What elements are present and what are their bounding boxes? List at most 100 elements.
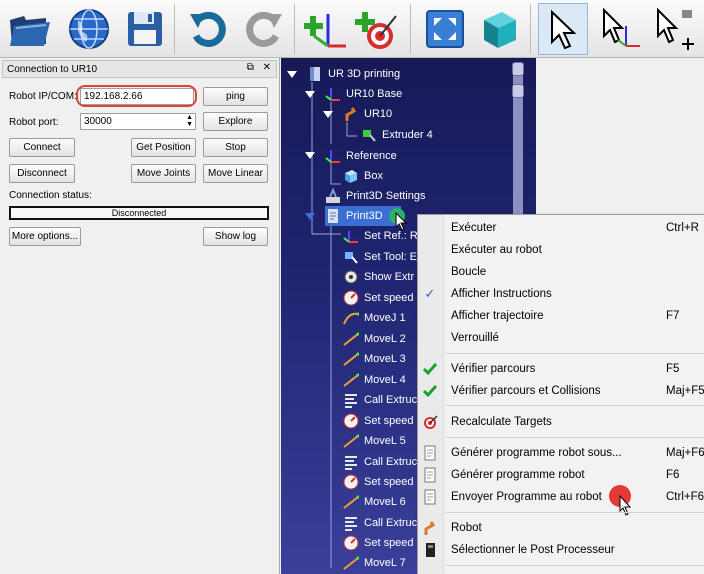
save-icon[interactable] [120,3,170,55]
move-joint-icon [343,310,359,326]
menu-item-run[interactable]: Exécuter Ctrl+R [418,217,704,239]
add-target-icon[interactable] [352,3,402,55]
document-icon [422,489,438,505]
tree-item-robot-base[interactable]: UR10 Base [325,84,402,104]
document-icon [422,445,438,461]
expand-arrow-icon[interactable] [287,70,297,80]
expand-arrow-icon[interactable] [323,110,333,120]
tree-instruction-item[interactable]: Set Ref.: R [343,226,418,246]
set-reference-icon [343,228,359,244]
move-linear-icon [343,433,359,449]
tree-instruction-item[interactable]: MoveL 3 [343,349,406,369]
menu-item-robot[interactable]: Robot [418,517,704,539]
tree-item-robot[interactable]: UR10 [343,104,392,124]
menu-item-show-trajectory[interactable]: Afficher trajectoire F7 [418,305,704,327]
port-spinner-icon[interactable]: ▲ ▼ [186,114,193,128]
menu-item-check-collisions[interactable]: Vérifier parcours et Collisions Maj+F5 [418,380,704,402]
tree-item-print-settings[interactable]: Print3D Settings [325,186,425,206]
target-icon [422,414,438,430]
fit-all-icon[interactable] [420,3,470,55]
float-panel-icon[interactable]: ⧉ [247,62,254,73]
ping-button[interactable]: ping [203,87,268,106]
add-reference-icon[interactable] [302,3,352,55]
more-options-button[interactable]: More options... [9,227,81,246]
menu-item-select-post-processor[interactable]: Sélectionner le Post Processeur [418,539,704,561]
menu-item-show-instructions[interactable]: ✓ Afficher Instructions [418,283,704,305]
mouse-pointer-icon [619,495,632,516]
tree-instruction-item[interactable]: MoveJ 1 [343,308,406,328]
highlight-ring [76,85,197,107]
menu-item-send-program[interactable]: Envoyer Programme au robot Ctrl+F6 [418,486,704,508]
menu-item-check-path[interactable]: Vérifier parcours F5 [418,358,704,380]
tree-instruction-item[interactable]: Call Extruc [343,452,417,472]
menu-item-loop[interactable]: Boucle [418,261,704,283]
move-reference-icon[interactable] [596,3,646,55]
tree-instruction-item[interactable]: Set speed [343,472,414,492]
tree-instruction-item[interactable]: Set speed [343,533,414,553]
undo-icon[interactable] [184,3,234,55]
move-tool-icon[interactable] [650,3,700,55]
expand-arrow-icon[interactable] [305,151,315,161]
port-input[interactable]: 30000 ▲ ▼ [80,113,196,130]
program-icon [325,208,341,224]
tree-instruction-item[interactable]: Set Tool: E [343,247,417,267]
show-log-button[interactable]: Show log [203,227,268,246]
tree-item-tool[interactable]: Extruder 4 [361,125,433,145]
tree-instruction-item[interactable]: Set speed [343,288,414,308]
program-call-icon [343,392,359,408]
close-panel-icon[interactable]: ✕ [263,62,271,73]
tree-instruction-item[interactable]: MoveL 4 [343,370,406,390]
move-linear-icon [343,494,359,510]
connect-button[interactable]: Connect [9,138,75,157]
move-joints-button[interactable]: Move Joints [131,164,196,183]
tree-instruction-item[interactable]: Set speed [343,411,414,431]
tree-instruction-item[interactable]: MoveL 6 [343,492,406,512]
tree-instruction-item[interactable]: Call Extruc [343,513,417,533]
tree-item-reference[interactable]: Reference [325,146,397,166]
expand-arrow-icon[interactable] [305,212,315,222]
menu-separator [446,512,704,513]
redo-icon[interactable] [238,3,288,55]
menu-item-run-on-robot[interactable]: Exécuter au robot [418,239,704,261]
tree-scroll-thumb[interactable] [512,84,524,98]
status-indicator: Disconnected [9,206,269,220]
panel-title: Connection to UR10 [7,63,98,75]
menu-item-recalculate-targets[interactable]: Recalculate Targets [418,411,704,433]
menu-item-locked[interactable]: Verrouillé [418,327,704,349]
move-linear-button[interactable]: Move Linear [203,164,268,183]
disconnect-button[interactable]: Disconnect [9,164,75,183]
tree-item-station[interactable]: UR 3D printing [307,64,400,84]
expand-arrow-icon[interactable] [305,90,315,100]
tree-instruction-item[interactable]: Call Extruc [343,390,417,410]
tree-instruction-item[interactable]: MoveL 7 [343,553,406,573]
port-value: 30000 [84,116,112,127]
tree-scroll-up[interactable] [512,62,524,76]
green-check-icon [422,361,438,377]
move-linear-icon [343,331,359,347]
menu-item-generate-program[interactable]: Générer programme robot F6 [418,464,704,486]
reference-frame-icon [325,148,341,164]
ip-label: Robot IP/COM: [9,91,77,102]
menu-item-generate-program-as[interactable]: Générer programme robot sous... Maj+F6 [418,442,704,464]
machining-settings-icon [325,188,341,204]
menu-separator [446,565,704,566]
speed-gauge-icon [343,535,359,551]
tree-instruction-item[interactable]: MoveL 5 [343,431,406,451]
tree-instruction-item[interactable]: Show Extr [343,267,414,287]
stop-button[interactable]: Stop [203,138,268,157]
explore-button[interactable]: Explore [203,112,268,131]
menu-separator [446,437,704,438]
cube-view-icon[interactable] [474,3,524,55]
tree-item-box[interactable]: Box [343,166,383,186]
program-call-icon [343,454,359,470]
connection-panel: Connection to UR10 ⧉ ✕ Robot IP/COM: 192… [0,58,280,574]
context-menu: Exécuter Ctrl+R Exécuter au robot Boucle… [417,214,704,574]
set-tool-icon [343,249,359,265]
tree-instruction-item[interactable]: MoveL 2 [343,329,406,349]
get-position-button[interactable]: Get Position [131,138,196,157]
menu-separator [446,353,704,354]
select-icon[interactable] [538,3,588,55]
speed-gauge-icon [343,413,359,429]
globe-icon[interactable] [64,3,114,55]
open-icon[interactable] [4,3,54,55]
